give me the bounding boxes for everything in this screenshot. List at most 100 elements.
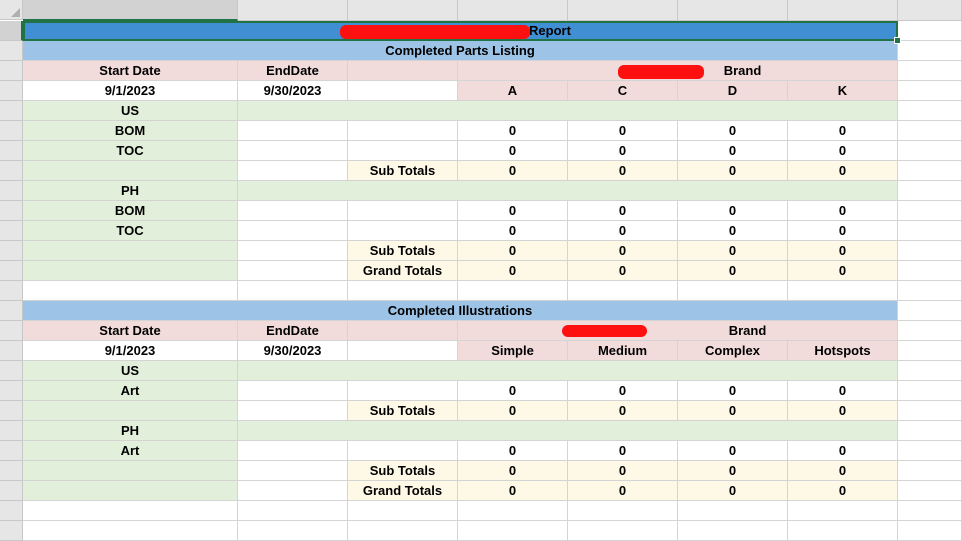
total-value[interactable]: 0 (458, 261, 568, 281)
row-header-4[interactable] (0, 81, 23, 101)
row-header-23[interactable] (0, 461, 23, 481)
end-date-label[interactable]: EndDate (238, 321, 348, 341)
cell-h18[interactable] (898, 361, 962, 381)
value-cell[interactable]: 0 (678, 121, 788, 141)
row-header-21[interactable] (0, 421, 23, 441)
cell-h11[interactable] (898, 221, 962, 241)
parts-col-header[interactable]: A (458, 81, 568, 101)
column-header-a[interactable] (23, 0, 238, 21)
region-label[interactable]: PH (23, 181, 238, 201)
empty-cell[interactable] (238, 521, 348, 541)
item-label[interactable]: BOM (23, 201, 238, 221)
total-value[interactable]: 0 (788, 481, 898, 501)
cell-h19[interactable] (898, 381, 962, 401)
cell-h13[interactable] (898, 261, 962, 281)
cell-h21[interactable] (898, 421, 962, 441)
start-date-label[interactable]: Start Date (23, 61, 238, 81)
total-value[interactable]: 0 (458, 241, 568, 261)
parts-col-header[interactable]: C (568, 81, 678, 101)
item-label[interactable]: TOC (23, 141, 238, 161)
empty-cell[interactable] (348, 281, 458, 301)
total-row-blank[interactable] (23, 481, 238, 501)
row-header-16[interactable] (0, 321, 23, 341)
value-cell[interactable]: 0 (458, 141, 568, 161)
cell-h2[interactable] (898, 41, 962, 61)
header-blank[interactable] (348, 81, 458, 101)
row-header-15[interactable] (0, 301, 23, 321)
blank-cell[interactable] (238, 141, 348, 161)
value-cell[interactable]: 0 (678, 201, 788, 221)
row-header-8[interactable] (0, 161, 23, 181)
value-cell[interactable]: 0 (458, 221, 568, 241)
total-row-blank[interactable] (23, 261, 238, 281)
end-date-value[interactable]: 9/30/2023 (238, 341, 348, 361)
total-value[interactable]: 0 (568, 401, 678, 421)
blank-cell[interactable] (238, 461, 348, 481)
total-value[interactable]: 0 (678, 401, 788, 421)
total-value[interactable]: 0 (788, 401, 898, 421)
item-label[interactable]: TOC (23, 221, 238, 241)
column-header-c[interactable] (348, 0, 458, 21)
column-header-h[interactable] (898, 0, 962, 21)
empty-cell[interactable] (788, 521, 898, 541)
item-label[interactable]: BOM (23, 121, 238, 141)
illus-col-header[interactable]: Medium (568, 341, 678, 361)
row-header-24[interactable] (0, 481, 23, 501)
row-header-7[interactable] (0, 141, 23, 161)
row-header-1[interactable] (0, 21, 23, 41)
empty-cell[interactable] (458, 501, 568, 521)
cell-h12[interactable] (898, 241, 962, 261)
empty-cell[interactable] (678, 501, 788, 521)
blank-cell[interactable] (238, 441, 348, 461)
blank-cell[interactable] (238, 161, 348, 181)
row-header-5[interactable] (0, 101, 23, 121)
row-header-26[interactable] (0, 521, 23, 541)
cell-h3[interactable] (898, 61, 962, 81)
total-value[interactable]: 0 (568, 161, 678, 181)
value-cell[interactable]: 0 (788, 441, 898, 461)
row-header-6[interactable] (0, 121, 23, 141)
row-header-10[interactable] (0, 201, 23, 221)
total-row-blank[interactable] (23, 241, 238, 261)
region-band[interactable] (238, 101, 898, 121)
illus-section-title[interactable]: Completed Illustrations (23, 301, 898, 321)
value-cell[interactable]: 0 (788, 381, 898, 401)
spreadsheet[interactable]: Report Completed Parts Listing Start Date E… (0, 0, 962, 541)
blank-cell[interactable] (238, 481, 348, 501)
empty-cell[interactable] (348, 521, 458, 541)
value-cell[interactable]: 0 (568, 141, 678, 161)
cell-h23[interactable] (898, 461, 962, 481)
value-cell[interactable]: 0 (788, 141, 898, 161)
fill-handle[interactable] (894, 37, 901, 44)
empty-cell[interactable] (23, 281, 238, 301)
select-all-corner[interactable] (0, 0, 23, 20)
column-header-g[interactable] (788, 0, 898, 21)
total-row-blank[interactable] (23, 461, 238, 481)
total-value[interactable]: 0 (788, 161, 898, 181)
region-label[interactable]: PH (23, 421, 238, 441)
value-cell[interactable]: 0 (568, 381, 678, 401)
cell-h7[interactable] (898, 141, 962, 161)
value-cell[interactable]: 0 (568, 201, 678, 221)
cell-h14[interactable] (898, 281, 962, 301)
total-value[interactable]: 0 (458, 481, 568, 501)
blank-cell[interactable] (238, 261, 348, 281)
parts-col-header[interactable]: K (788, 81, 898, 101)
value-cell[interactable]: 0 (568, 441, 678, 461)
total-label[interactable]: Grand Totals (348, 481, 458, 501)
row-header-2[interactable] (0, 41, 23, 61)
value-cell[interactable]: 0 (788, 201, 898, 221)
cell-h15[interactable] (898, 301, 962, 321)
row-header-25[interactable] (0, 501, 23, 521)
row-header-20[interactable] (0, 401, 23, 421)
value-cell[interactable]: 0 (788, 121, 898, 141)
illus-brand-label[interactable]: Brand (458, 321, 898, 341)
row-header-11[interactable] (0, 221, 23, 241)
total-label[interactable]: Sub Totals (348, 401, 458, 421)
row-header-17[interactable] (0, 341, 23, 361)
total-label[interactable]: Sub Totals (348, 241, 458, 261)
illus-col-header[interactable]: Complex (678, 341, 788, 361)
value-cell[interactable]: 0 (568, 121, 678, 141)
column-header-e[interactable] (568, 0, 678, 21)
header-blank[interactable] (348, 341, 458, 361)
